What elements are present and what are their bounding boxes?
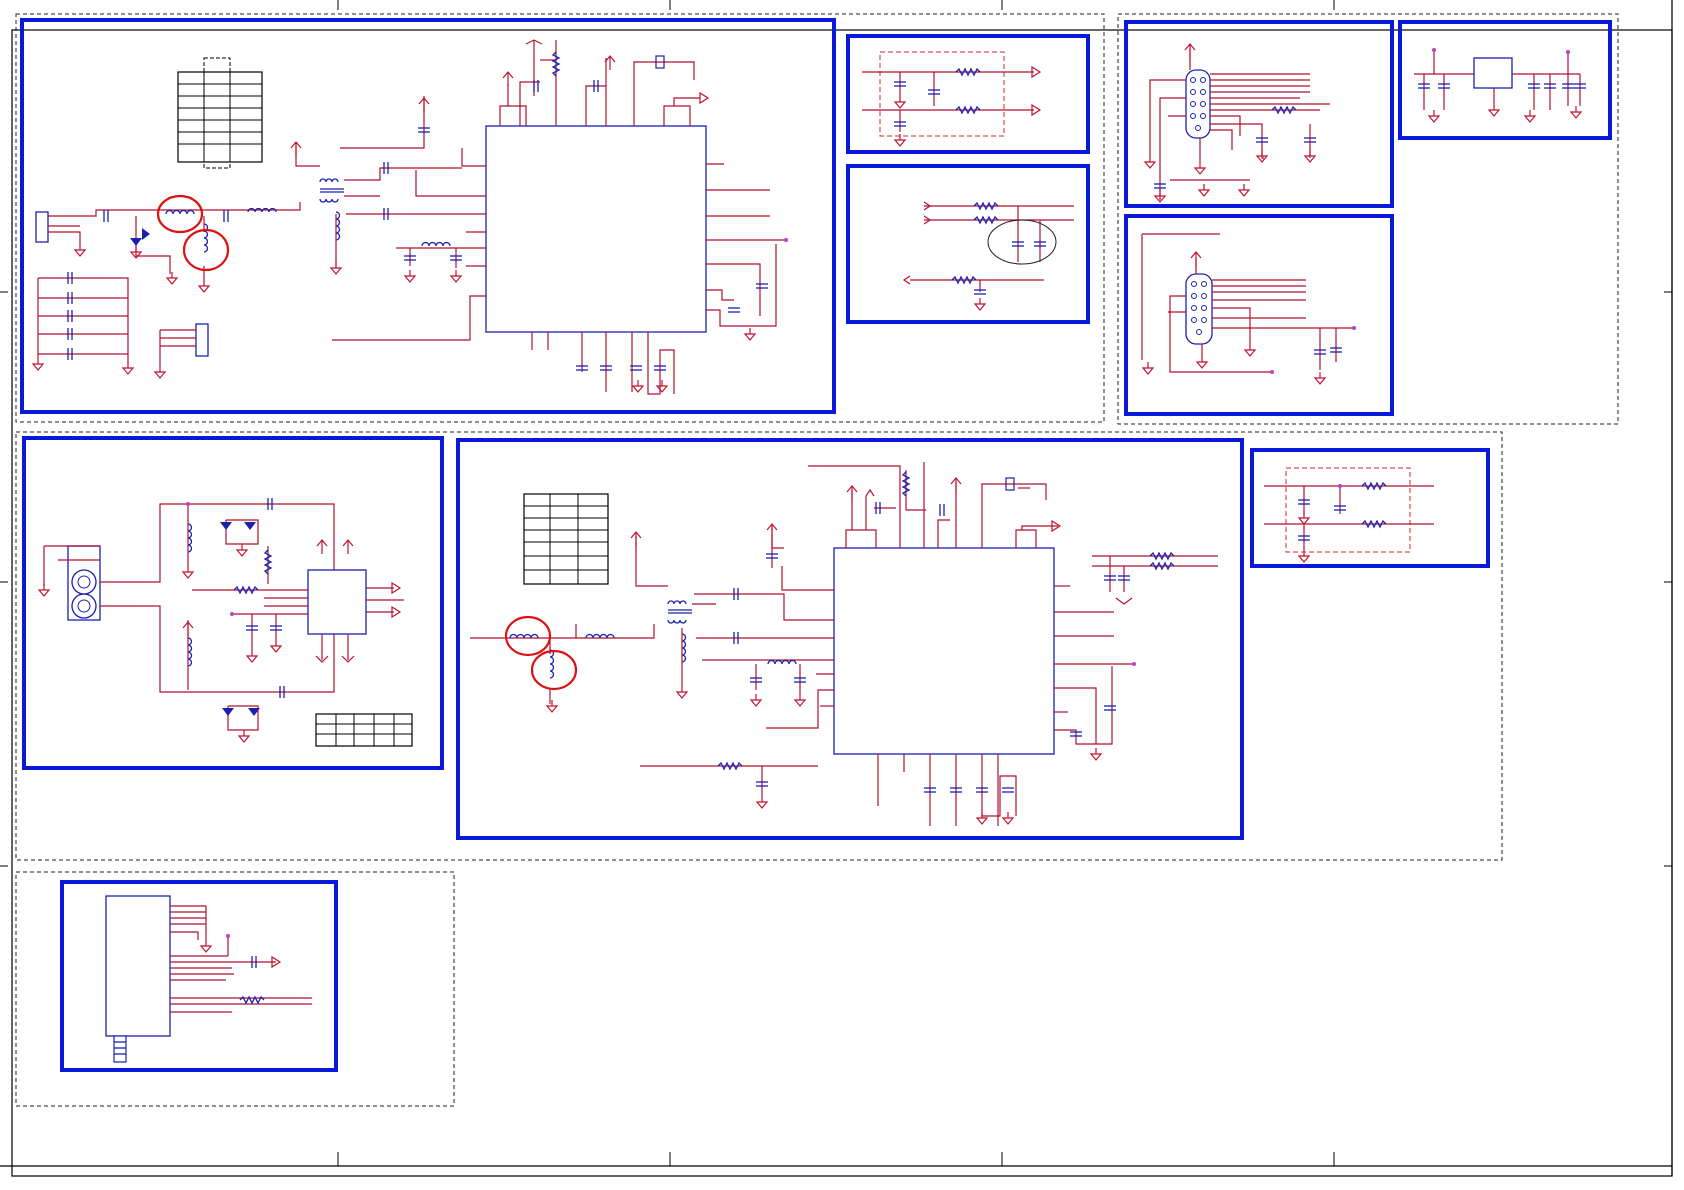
db-connector-icon: [1185, 273, 1213, 345]
tuner-ic-bottom[interactable]: [833, 547, 1055, 755]
db-connector-icon: [1185, 69, 1211, 139]
inductor-circle-2[interactable]: [182, 228, 230, 272]
block-header-module[interactable]: [60, 880, 338, 1072]
pin-table-bottom: [523, 493, 609, 585]
block-regulator[interactable]: [1398, 20, 1612, 140]
audio-ic[interactable]: [307, 569, 367, 635]
connector-icon: [113, 1035, 127, 1063]
regulator-ic[interactable]: [1473, 57, 1513, 89]
block-audio-jack[interactable]: [22, 436, 444, 770]
module-body[interactable]: [105, 895, 171, 1037]
pin-table-jack: [315, 713, 413, 747]
block-filter-mid[interactable]: [846, 164, 1090, 324]
inductor-circle-3[interactable]: [504, 615, 552, 657]
pin-table-top: [177, 57, 263, 169]
schematic-sheet[interactable]: [0, 0, 1684, 1190]
block-tuner-top[interactable]: [20, 18, 836, 414]
block-vga-connector-2[interactable]: [1124, 214, 1394, 416]
block-vga-connector-1[interactable]: [1124, 20, 1394, 208]
group-region-middle: [15, 431, 1503, 861]
rca-jack-icon: [38, 545, 101, 621]
block-filter-right[interactable]: [1250, 448, 1490, 568]
tuner-ic-top[interactable]: [485, 125, 707, 333]
block-tuner-bottom[interactable]: [456, 438, 1244, 840]
decoupling-ladder-top: [32, 271, 134, 375]
inductor-circle-4[interactable]: [530, 649, 578, 691]
connector-icon: [154, 323, 209, 379]
transformer-icon: [667, 600, 692, 624]
transformer-icon: [319, 178, 344, 203]
block-filter-top[interactable]: [846, 34, 1090, 154]
